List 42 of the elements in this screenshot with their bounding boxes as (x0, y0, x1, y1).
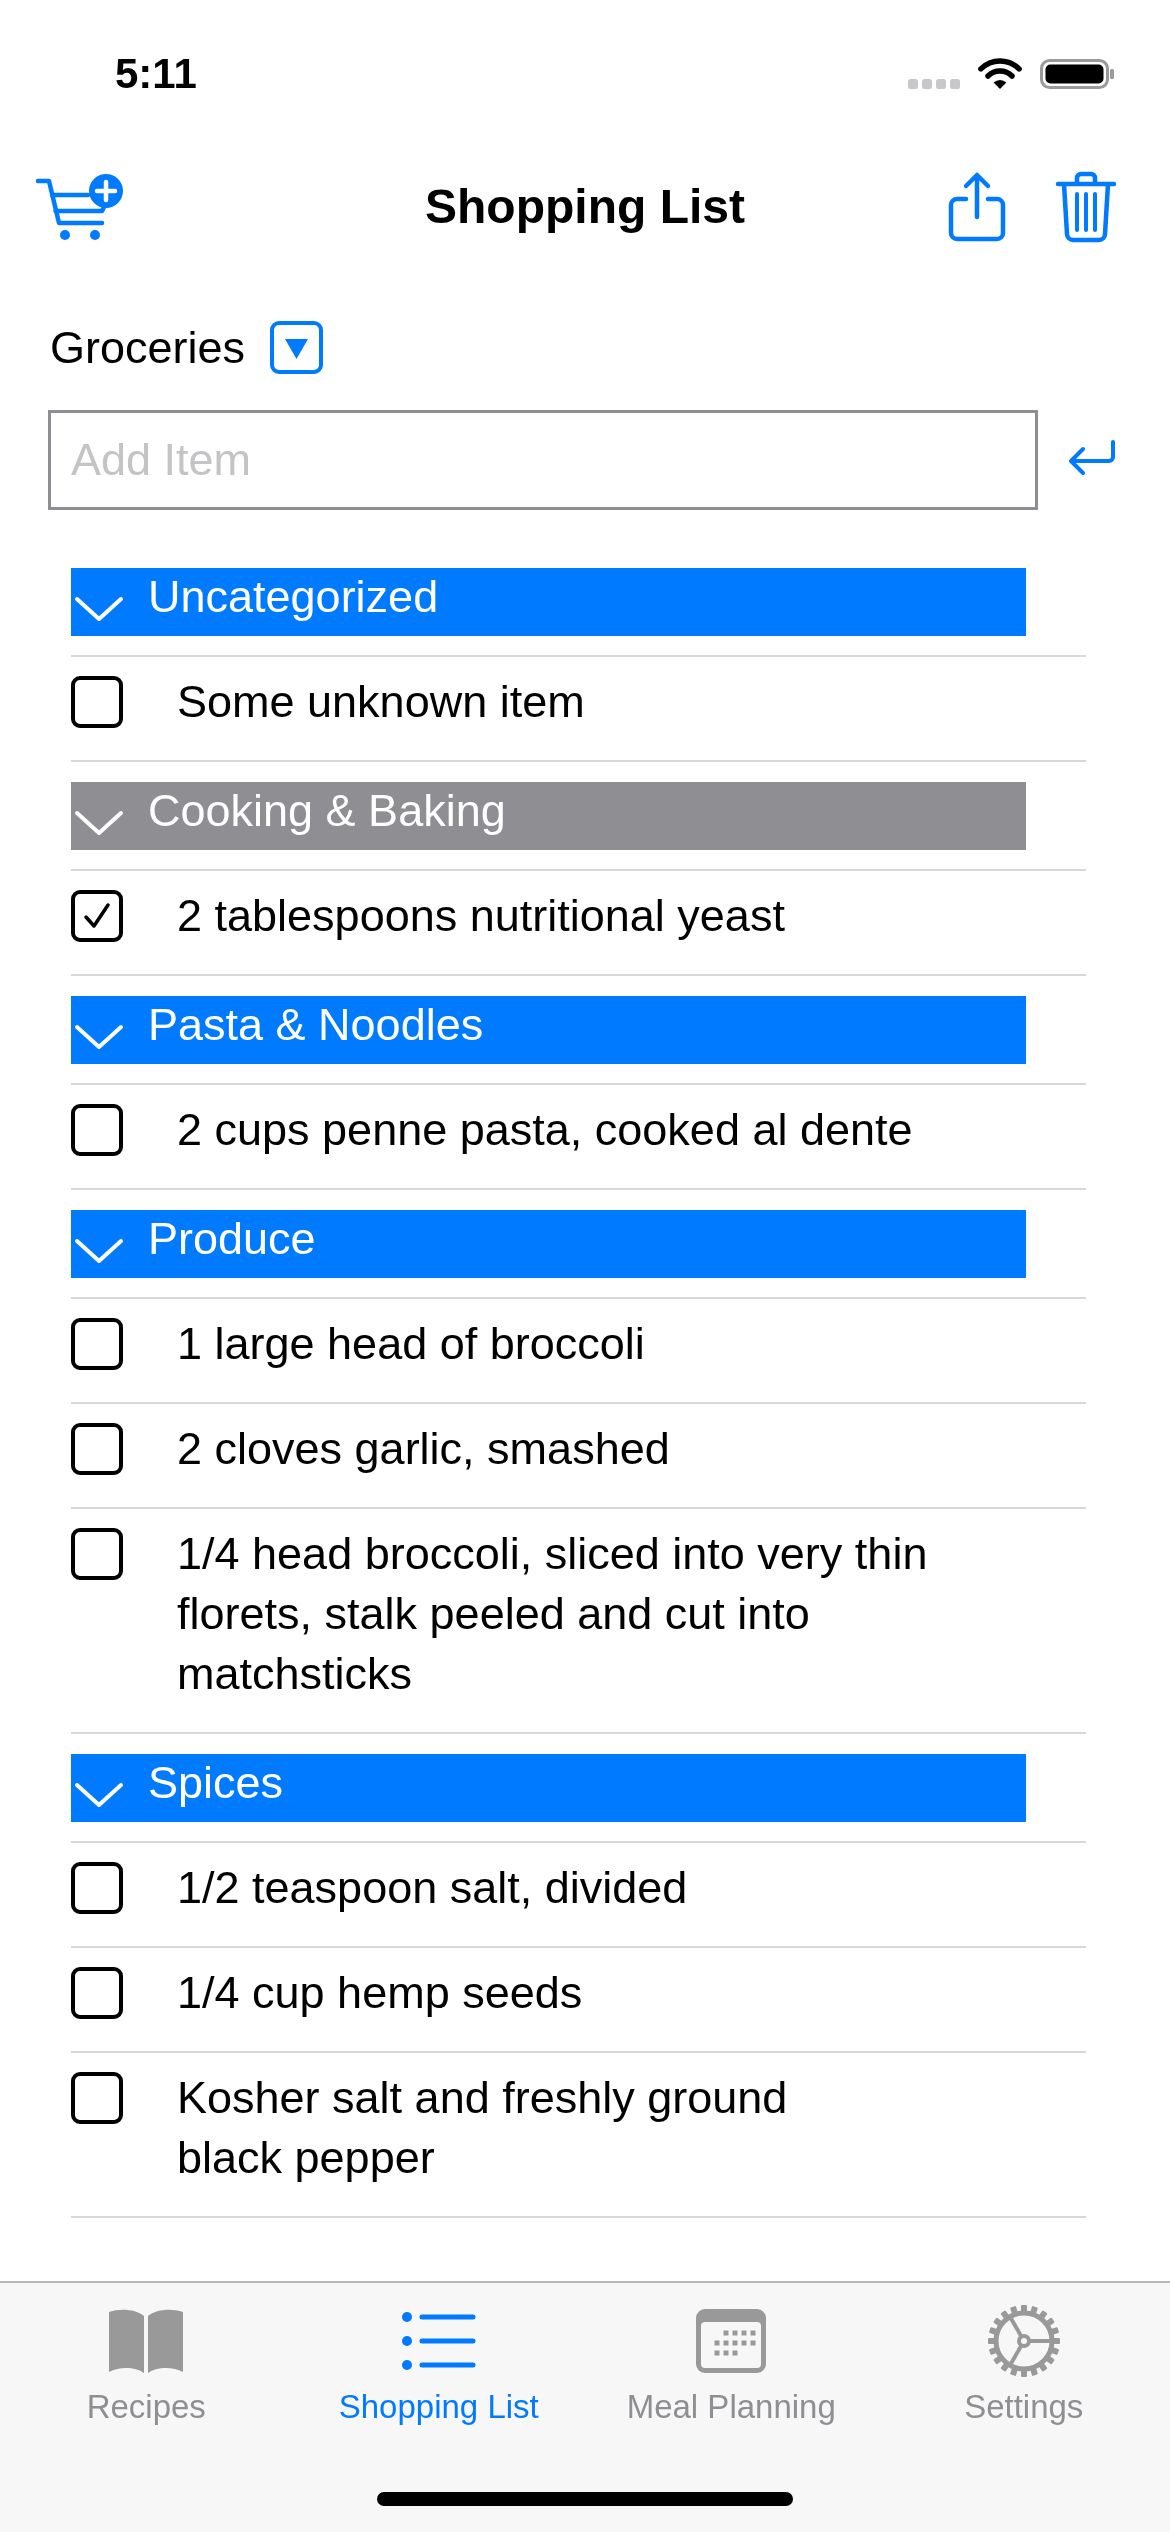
add-item-field[interactable]: Add Item (48, 410, 1038, 510)
item-text: Kosher salt and freshly ground black pepper (177, 2071, 788, 2185)
battery-icon (1040, 59, 1114, 89)
share-icon[interactable] (947, 171, 1007, 243)
cart-plus-icon[interactable] (36, 173, 124, 241)
section-header[interactable]: Uncategorized (71, 568, 1026, 636)
checkbox[interactable] (71, 1423, 123, 1475)
checkbox[interactable] (71, 890, 123, 942)
item-text: 2 cloves garlic, smashed (177, 1422, 670, 1476)
nav-title: Shopping List (425, 183, 745, 231)
item-text: 2 tablespoons nutritional yeast (177, 889, 785, 943)
list-name: Groceries (50, 324, 246, 370)
dropdown-icon[interactable] (270, 320, 324, 374)
checkbox[interactable] (71, 676, 123, 728)
checkbox[interactable] (71, 1104, 123, 1156)
status-time: 5:11 (115, 53, 197, 95)
item-text: 1/4 cup hemp seeds (177, 1966, 583, 2020)
trash-icon[interactable] (1055, 171, 1117, 243)
item-text: Some unknown item (177, 675, 585, 729)
tab[interactable]: Meal Planning (626, 2303, 836, 2427)
checkbox[interactable] (71, 1967, 123, 2019)
calendar-icon (696, 2309, 767, 2373)
item-text: 2 cups penne pasta, cooked al dente (177, 1103, 913, 1157)
item-text: 1/4 head broccoli, sliced into very thin florets, stalk peeled and cut into matchsticks (177, 1527, 928, 1701)
section-header[interactable]: Cooking & Baking (71, 782, 1026, 850)
section-header[interactable]: Spices (71, 1754, 1026, 1822)
list-icon (401, 2312, 476, 2370)
checkbox[interactable] (71, 1318, 123, 1370)
section-header[interactable]: Pasta & Noodles (71, 996, 1026, 1064)
wifi-icon (976, 57, 1024, 91)
item-text: 1 large head of broccoli (177, 1317, 645, 1371)
item-text: 1/2 teaspoon salt, divided (177, 1861, 688, 1915)
checkmark-icon (83, 902, 111, 930)
checkbox[interactable] (71, 1862, 123, 1914)
settings-icon (985, 2303, 1062, 2379)
signal-icon (908, 79, 960, 89)
tab[interactable]: Settings (964, 2303, 1084, 2427)
tab[interactable]: Shopping List (338, 2303, 539, 2427)
section-header[interactable]: Produce (71, 1210, 1026, 1278)
checkbox[interactable] (71, 2072, 123, 2124)
checkbox[interactable] (71, 1528, 123, 1580)
tab[interactable]: Recipes (86, 2303, 206, 2427)
